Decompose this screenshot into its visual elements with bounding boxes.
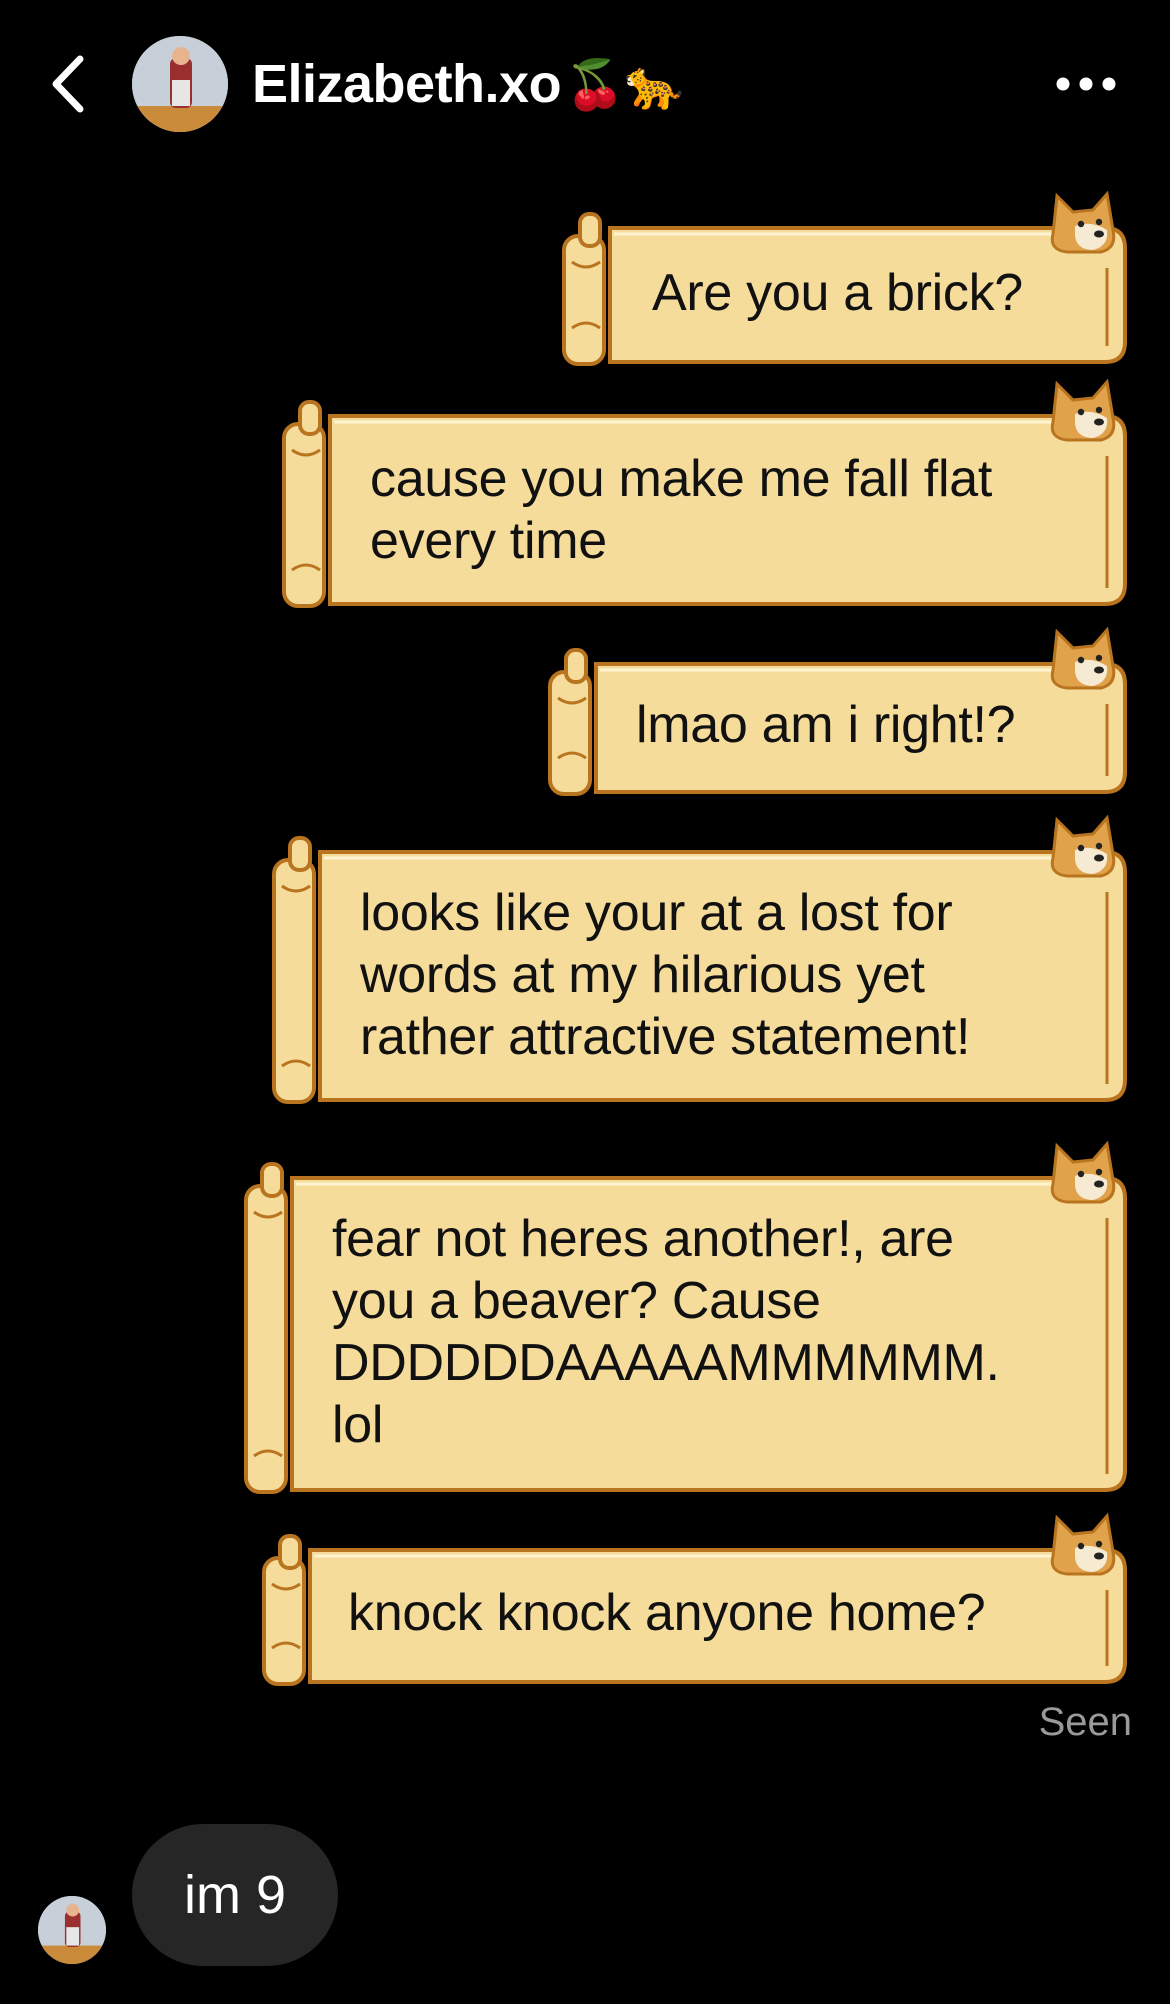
sent-message-bubble[interactable]: Are you a brick? [560,190,1135,368]
chat-header: Elizabeth.xo 🍒🐆 [0,0,1170,170]
sent-message-bubble[interactable]: lmao am i right!? [546,626,1135,798]
contact-name-emojis: 🍒🐆 [565,56,684,113]
sent-message-bubble[interactable]: fear not heres another!, are you a beave… [242,1140,1135,1496]
message-text: lmao am i right!? [636,696,1016,754]
contact-name-text: Elizabeth.xo [252,54,562,114]
received-avatar[interactable] [38,1896,106,1964]
chevron-left-icon [52,55,84,113]
sent-message-bubble[interactable]: cause you make me fall flat every time [280,378,1135,610]
message-text: looks like your at a lost for words at m… [360,884,971,1066]
message-text: knock knock anyone home? [348,1584,986,1642]
message-text: im 9 [183,1865,286,1925]
avatar-photo [132,36,228,132]
message-text: Are you a brick? [652,264,1023,322]
avatar-photo [38,1896,106,1964]
sent-message-bubble[interactable]: knock knock anyone home? [260,1512,1135,1688]
sent-message-bubble[interactable]: looks like your at a lost for words at m… [270,814,1135,1106]
contact-avatar[interactable] [132,36,228,132]
more-horizontal-icon [1056,77,1116,91]
received-message-bubble[interactable]: im 9 [132,1824,338,1966]
seen-status: Seen [1038,1700,1132,1744]
message-text: fear not heres another!, are you a beave… [332,1210,1000,1454]
more-options-button[interactable] [1050,60,1122,108]
message-text: cause you make me fall flat every time [370,450,992,570]
back-button[interactable] [40,50,96,118]
contact-name[interactable]: Elizabeth.xo 🍒🐆 [252,48,684,120]
